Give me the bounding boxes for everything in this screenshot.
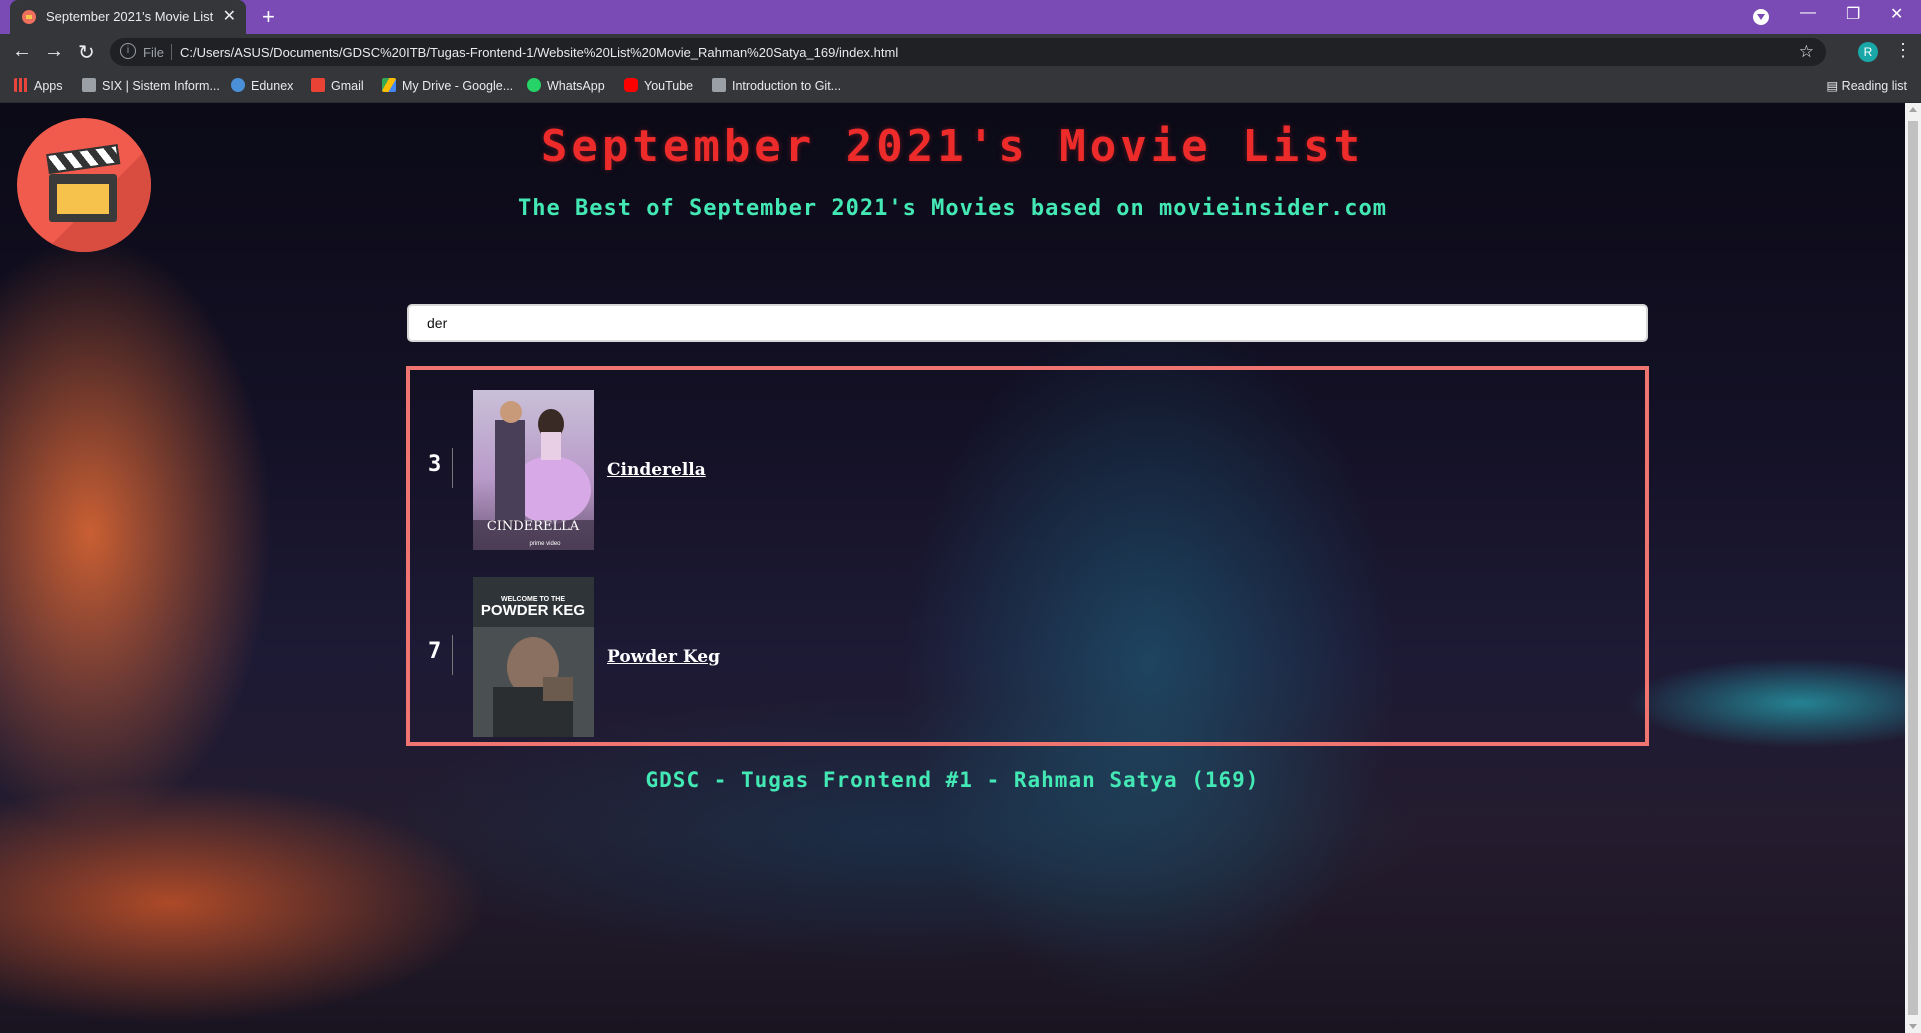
bookmark-apps[interactable]: Apps — [14, 78, 63, 93]
apps-grid-icon — [14, 78, 28, 92]
tab-close-icon[interactable]: ✕ — [223, 6, 236, 26]
gmail-icon — [311, 78, 325, 92]
poster-title-text: POWDER KEG — [481, 602, 585, 619]
movie-title-link[interactable]: Cinderella — [607, 460, 706, 480]
bookmark-drive[interactable]: My Drive - Google... — [382, 78, 513, 93]
reload-icon[interactable]: ↻ — [78, 40, 95, 65]
whatsapp-icon — [527, 78, 541, 92]
tab-favicon-icon — [22, 10, 36, 24]
tab-title: September 2021's Movie List — [46, 9, 214, 24]
scroll-down-icon[interactable] — [1909, 1024, 1917, 1029]
page-viewport: September 2021's Movie List The Best of … — [0, 103, 1905, 1033]
bookmark-git-intro[interactable]: Introduction to Git... — [712, 78, 841, 93]
page-title: September 2021's Movie List — [540, 121, 1365, 172]
six-icon — [82, 78, 96, 92]
scroll-up-icon[interactable] — [1909, 107, 1917, 112]
forward-arrow-icon[interactable]: → — [44, 40, 64, 63]
rank-divider — [452, 635, 453, 675]
bookmark-gmail[interactable]: Gmail — [311, 78, 364, 93]
url-scheme-label: File — [143, 45, 164, 60]
bookmark-youtube[interactable]: YouTube — [624, 78, 693, 93]
site-info-icon[interactable]: i — [120, 43, 136, 59]
youtube-icon — [624, 78, 638, 92]
movie-poster-powder-keg[interactable]: WELCOME TO THE POWDER KEG — [473, 577, 594, 737]
page-footer: GDSC - Tugas Frontend #1 - Rahman Satya … — [645, 768, 1260, 792]
movie-item: 3 CINDERELLA prime video Cinderella — [410, 390, 1645, 550]
address-bar[interactable]: i File C:/Users/ASUS/Documents/GDSC%20IT… — [110, 38, 1826, 66]
back-arrow-icon[interactable]: ← — [12, 40, 32, 63]
profile-avatar[interactable]: R — [1858, 42, 1878, 62]
bookmark-label: Edunex — [251, 79, 294, 93]
movie-item: 7 WELCOME TO THE POWDER KEG Powder Keg — [410, 577, 1645, 737]
movie-poster-cinderella[interactable]: CINDERELLA prime video — [473, 390, 594, 550]
browser-menu-icon[interactable]: ⋮ — [1894, 40, 1912, 61]
bookmark-label: My Drive - Google... — [402, 79, 514, 93]
page-subtitle: The Best of September 2021's Movies base… — [518, 196, 1387, 221]
bookmark-whatsapp[interactable]: WhatsApp — [527, 78, 605, 93]
page-icon — [712, 78, 726, 92]
results-list: 3 CINDERELLA prime video Cinderella 7 WE… — [406, 366, 1649, 746]
bookmark-star-icon[interactable]: ☆ — [1799, 42, 1814, 62]
bookmark-edunex[interactable]: Edunex — [231, 78, 293, 93]
google-drive-icon — [382, 78, 396, 92]
minimize-icon[interactable]: — — [1800, 4, 1816, 22]
page-scrollbar[interactable] — [1905, 103, 1921, 1033]
restore-icon[interactable]: ❐ — [1846, 4, 1860, 24]
scrollbar-thumb[interactable] — [1908, 121, 1918, 1015]
reading-list-button[interactable]: Reading list — [1826, 78, 1907, 93]
bookmark-label: Introduction to Git... — [732, 79, 842, 93]
bookmark-label: Gmail — [331, 79, 364, 93]
poster-image: WELCOME TO THE POWDER KEG — [473, 577, 594, 737]
rank-divider — [452, 448, 453, 488]
movie-rank: 3 — [428, 452, 442, 477]
poster-title-text: CINDERELLA — [487, 519, 580, 534]
new-tab-button[interactable]: + — [262, 4, 275, 30]
poster-image: CINDERELLA prime video — [473, 390, 594, 550]
bookmark-label: SIX | Sistem Inform... — [102, 79, 220, 93]
movie-rank: 7 — [428, 639, 442, 664]
browser-tab[interactable]: September 2021's Movie List ✕ — [10, 0, 246, 34]
tab-search-icon[interactable] — [1753, 9, 1769, 25]
bookmark-label: YouTube — [644, 79, 694, 93]
bookmark-six[interactable]: SIX | Sistem Inform... — [82, 78, 220, 93]
close-window-icon[interactable]: ✕ — [1890, 4, 1903, 24]
bookmark-label: WhatsApp — [547, 79, 605, 93]
movie-title-link[interactable]: Powder Keg — [607, 647, 720, 667]
edunex-icon — [231, 78, 245, 92]
url-separator — [171, 44, 172, 60]
url-text[interactable]: C:/Users/ASUS/Documents/GDSC%20ITB/Tugas… — [180, 45, 898, 60]
bookmark-label: Apps — [34, 79, 63, 93]
search-input[interactable] — [407, 304, 1648, 342]
browser-toolbar: ← → ↻ i File C:/Users/ASUS/Documents/GDS… — [0, 34, 1921, 70]
bookmarks-bar: Apps SIX | Sistem Inform... Edunex Gmail… — [0, 70, 1921, 103]
browser-tab-bar: September 2021's Movie List ✕ + — ❐ ✕ — [0, 0, 1921, 34]
poster-streaming-text: prime video — [529, 541, 561, 547]
